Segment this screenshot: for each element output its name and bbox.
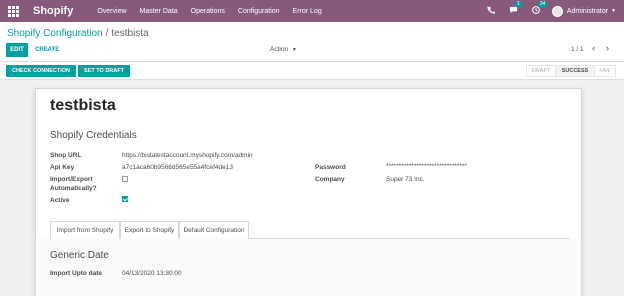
tab-default-configuration[interactable]: Default Configuration [179,221,249,239]
active-checkbox[interactable] [122,196,128,202]
tab-export-to-shopify[interactable]: Export to Shopify [120,221,179,239]
create-button[interactable]: CREATE [35,43,59,57]
pager-next-button[interactable]: › [606,44,609,53]
generic-date-heading: Generic Date [50,250,109,261]
form-sheet: testbista Shopify Credentials Shop URL h… [35,88,582,296]
menu-operations[interactable]: Operations [191,8,225,15]
avatar[interactable] [551,5,563,17]
menu-master-data[interactable]: Master Data [140,8,178,15]
record-title: testbista [50,97,116,114]
shop-url-label: Shop URL [50,152,82,159]
stage-fail[interactable]: FAIL [594,65,616,77]
activity-count-badge: 34 [537,1,548,8]
check-connection-button[interactable]: CHECK CONNECTION [6,65,76,77]
breadcrumb-parent[interactable]: Shopify Configuration [7,28,103,39]
form-statusbar: CHECK CONNECTION SET TO DRAFT DRAFT SUCC… [0,62,624,80]
import-export-label: Import/Export [50,176,93,183]
breadcrumb-separator: / [105,28,109,39]
password-label: Password [315,164,346,171]
chevron-down-icon[interactable]: ▼ [611,8,616,14]
api-key-value: a7c1aca60b9566d565e55a4fcef4de13 [122,164,233,171]
set-to-draft-button[interactable]: SET TO DRAFT [78,65,130,77]
company-value[interactable]: Super 73 Inc. [386,176,425,183]
menu-error-log[interactable]: Error Log [293,8,322,15]
breadcrumb: Shopify Configuration / testbista [7,28,149,39]
breadcrumb-current: testbista [111,28,149,39]
top-navbar: Shopify Overview Master Data Operations … [0,0,624,22]
section-title: Shopify Credentials [50,130,137,141]
chat-icon[interactable]: 1 [509,1,522,16]
company-label: Company [315,176,345,183]
messages-count-badge: 1 [514,1,522,8]
pager-previous-button[interactable]: ‹ [592,44,595,53]
api-key-label: Api Key [50,164,75,171]
password-value: ******************************** [386,163,467,170]
edit-button[interactable]: EDIT [6,43,28,57]
phone-icon[interactable] [487,6,495,16]
notebook-tabs: Import from Shopify Export to Shopify De… [50,221,570,240]
menu-configuration[interactable]: Configuration [238,8,280,15]
user-name[interactable]: Administrator [567,8,608,15]
import-upto-date-label: Import Upto date [50,270,102,277]
active-label: Active [50,197,70,204]
pager-value[interactable]: 1 / 1 [571,46,584,53]
import-upto-date-value[interactable]: 04/13/2020 13:30:00 [122,270,182,277]
action-dropdown[interactable]: Action ▼ [270,46,297,53]
status-stages: DRAFT SUCCESS FAIL [526,65,616,77]
import-export-checkbox[interactable] [122,176,128,182]
apps-menu-icon[interactable] [8,5,24,17]
control-panel: Shopify Configuration / testbista EDIT CRE… [0,22,624,62]
menu-overview[interactable]: Overview [97,8,126,15]
chevron-down-icon: ▼ [291,47,297,53]
app-brand[interactable]: Shopify [33,5,73,17]
tab-pane-import: Generic Date Import Upto date 04/13/2020… [36,239,581,296]
stage-draft[interactable]: DRAFT [526,65,556,77]
tab-import-from-shopify[interactable]: Import from Shopify [50,221,120,240]
stage-success[interactable]: SUCCESS [555,65,595,77]
action-label: Action [270,46,289,53]
shop-url-value: https://bistatestaccount.myshopify.com/a… [122,152,253,159]
clock-icon[interactable]: 34 [531,1,548,16]
import-export-label-line-2: Automatically? [50,185,97,192]
